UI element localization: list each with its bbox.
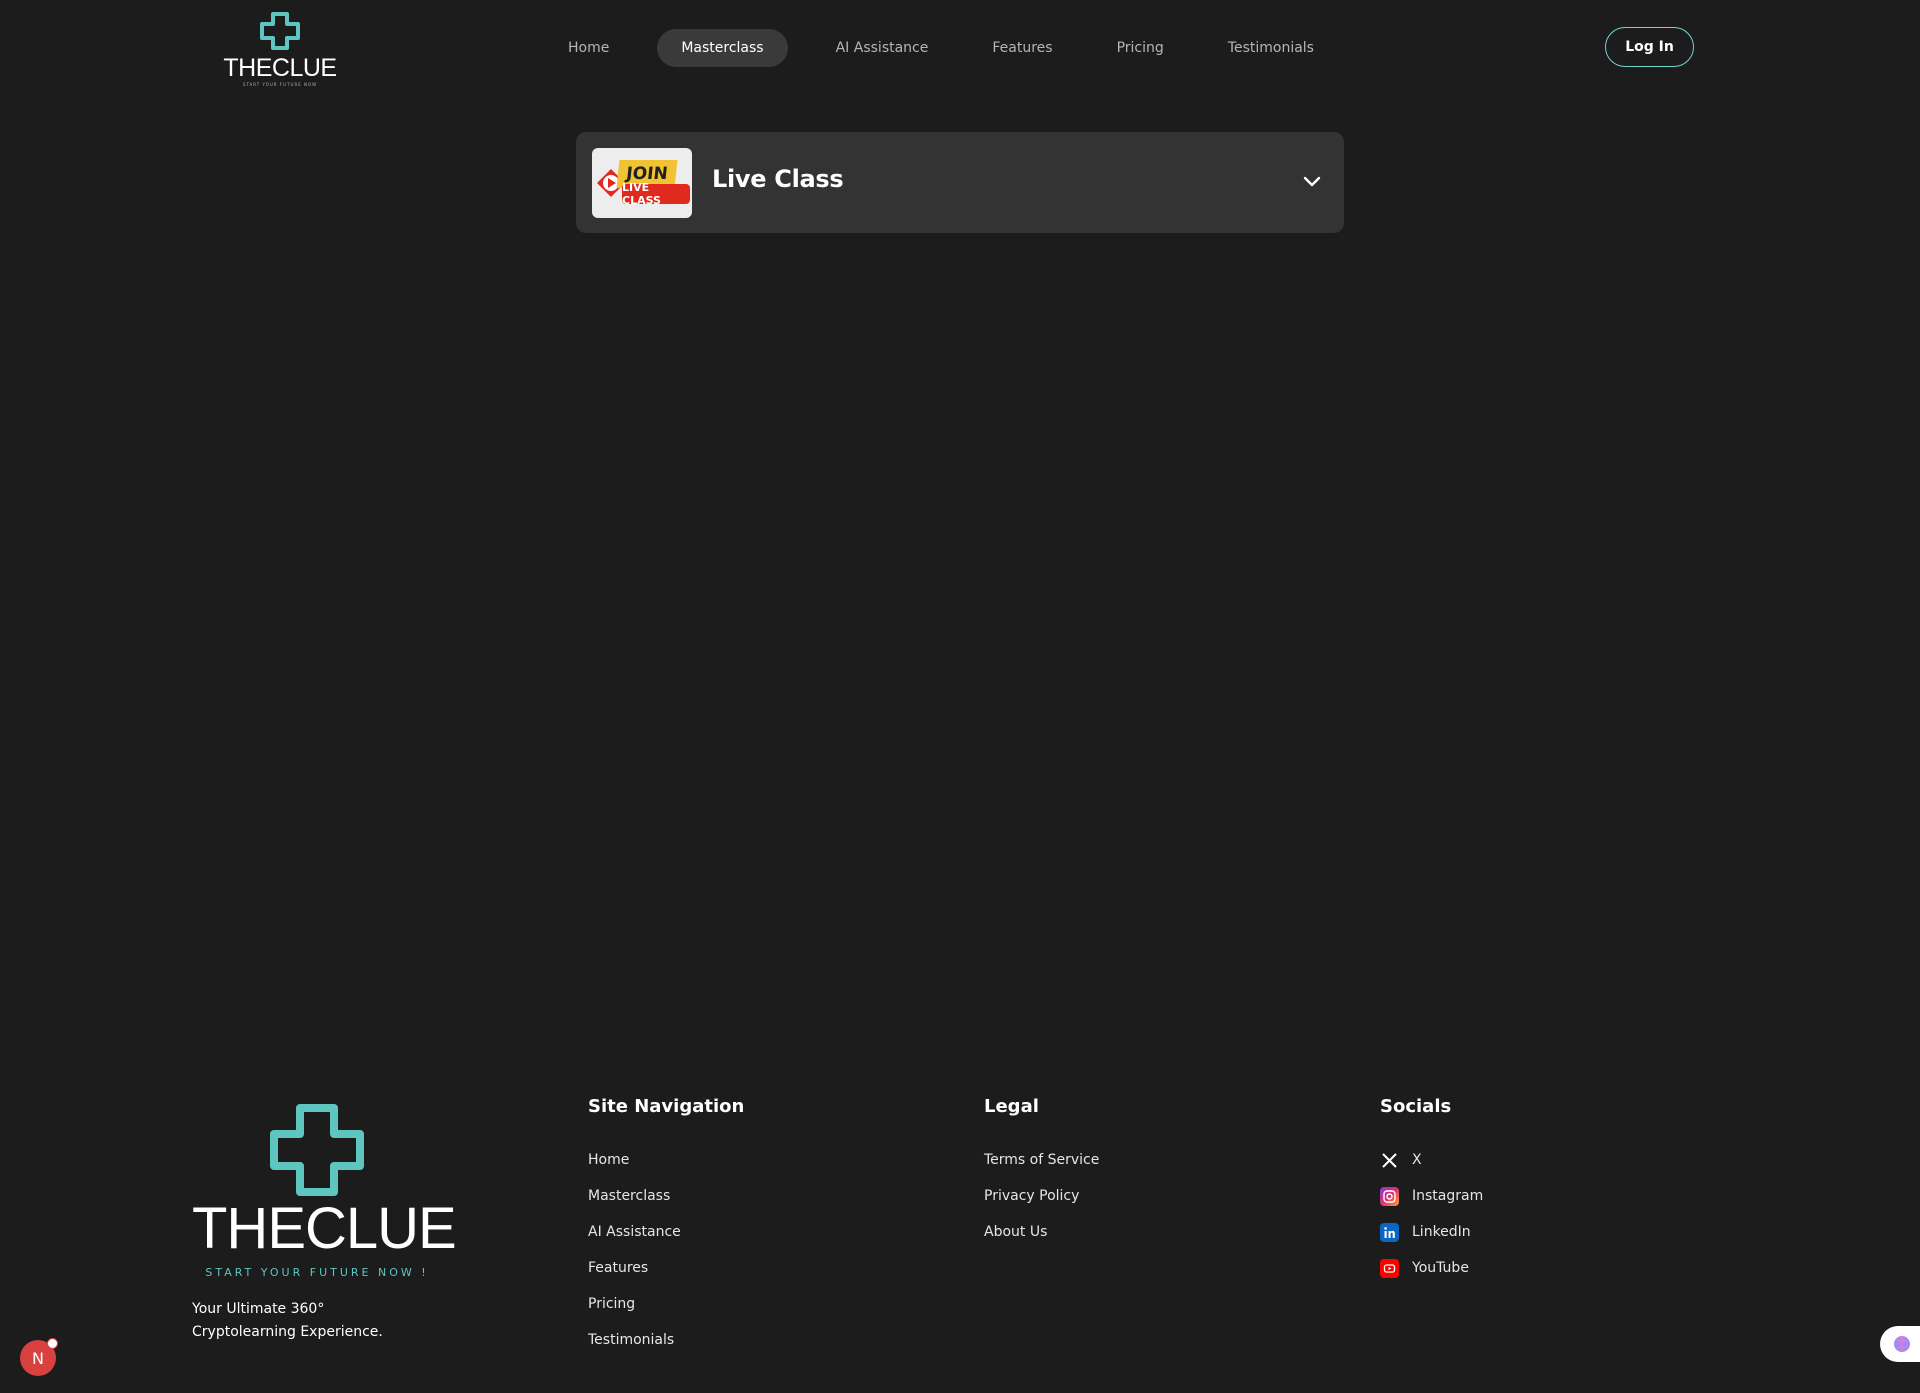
assistant-launcher-button[interactable] [1880, 1326, 1920, 1362]
live-class-title: Live Class [712, 165, 844, 193]
nav-item-features[interactable]: Features [992, 29, 1052, 67]
footer-heading: Legal [984, 1096, 1039, 1117]
social-link-linkedin[interactable]: LinkedIn [1380, 1214, 1483, 1250]
footer-description-line: Your Ultimate 360° [192, 1301, 325, 1317]
x-icon [1380, 1151, 1399, 1170]
brand-logo[interactable]: THECLUE START YOUR FUTURE NOW [223, 10, 337, 88]
social-link-youtube[interactable]: YouTube [1380, 1250, 1483, 1286]
footer-link-ai-assistance[interactable]: AI Assistance [588, 1214, 744, 1250]
footer-brand-tagline: START YOUR FUTURE NOW ! [205, 1266, 429, 1279]
footer-logo[interactable]: THECLUE START YOUR FUTURE NOW ! [192, 1100, 457, 1280]
footer-socials: Socials X Instagram LinkedIn YouTube [1380, 1094, 1483, 1286]
brain-icon [1894, 1336, 1910, 1352]
footer-link-testimonials[interactable]: Testimonials [588, 1322, 744, 1358]
login-button[interactable]: Log In [1605, 27, 1694, 67]
thumb-live-class-text: LIVE CLASS [622, 181, 690, 207]
live-class-card[interactable]: JOIN LIVE CLASS Live Class [576, 132, 1344, 233]
social-link-instagram[interactable]: Instagram [1380, 1178, 1483, 1214]
site-header: THECLUE START YOUR FUTURE NOW Home Maste… [0, 0, 1920, 96]
live-class-thumbnail: JOIN LIVE CLASS [592, 148, 692, 218]
nav-item-masterclass[interactable]: Masterclass [657, 29, 788, 67]
main-nav: Home Masterclass AI Assistance Features … [568, 29, 1314, 67]
footer-description: Your Ultimate 360° Cryptolearning Experi… [192, 1298, 422, 1344]
nav-item-ai-assistance[interactable]: AI Assistance [836, 29, 929, 67]
brand-tagline: START YOUR FUTURE NOW [242, 82, 318, 87]
youtube-icon [1380, 1258, 1399, 1278]
nav-item-home[interactable]: Home [568, 29, 609, 67]
social-label: YouTube [1412, 1260, 1469, 1276]
footer-brand-name: THECLUE [192, 1196, 457, 1261]
clue-cross-icon [260, 12, 300, 50]
footer-link-features[interactable]: Features [588, 1250, 744, 1286]
footer-description-line: Cryptolearning Experience. [192, 1324, 383, 1340]
footer-heading: Socials [1380, 1096, 1452, 1117]
page: THECLUE START YOUR FUTURE NOW Home Maste… [0, 0, 1920, 1393]
social-label: LinkedIn [1412, 1224, 1471, 1240]
nav-item-testimonials[interactable]: Testimonials [1228, 29, 1314, 67]
footer-site-navigation: Site Navigation Home Masterclass AI Assi… [588, 1094, 744, 1358]
footer-link-home[interactable]: Home [588, 1142, 744, 1178]
social-label: Instagram [1412, 1188, 1484, 1204]
footer-link-pricing[interactable]: Pricing [588, 1286, 744, 1322]
footer-link-masterclass[interactable]: Masterclass [588, 1178, 744, 1214]
nav-item-pricing[interactable]: Pricing [1117, 29, 1164, 67]
notification-dot [47, 1338, 58, 1349]
footer-link-about[interactable]: About Us [984, 1214, 1099, 1250]
social-label: X [1412, 1152, 1422, 1168]
chevron-down-icon[interactable] [1300, 170, 1324, 194]
clue-cross-icon [270, 1104, 364, 1196]
linkedin-icon [1380, 1222, 1399, 1242]
footer-legal: Legal Terms of Service Privacy Policy Ab… [984, 1094, 1099, 1250]
instagram-icon [1380, 1186, 1399, 1206]
footer-link-terms[interactable]: Terms of Service [984, 1142, 1099, 1178]
brand-name: THECLUE [223, 54, 337, 82]
footer-heading: Site Navigation [588, 1096, 745, 1117]
social-link-x[interactable]: X [1380, 1142, 1483, 1178]
footer-link-privacy[interactable]: Privacy Policy [984, 1178, 1099, 1214]
